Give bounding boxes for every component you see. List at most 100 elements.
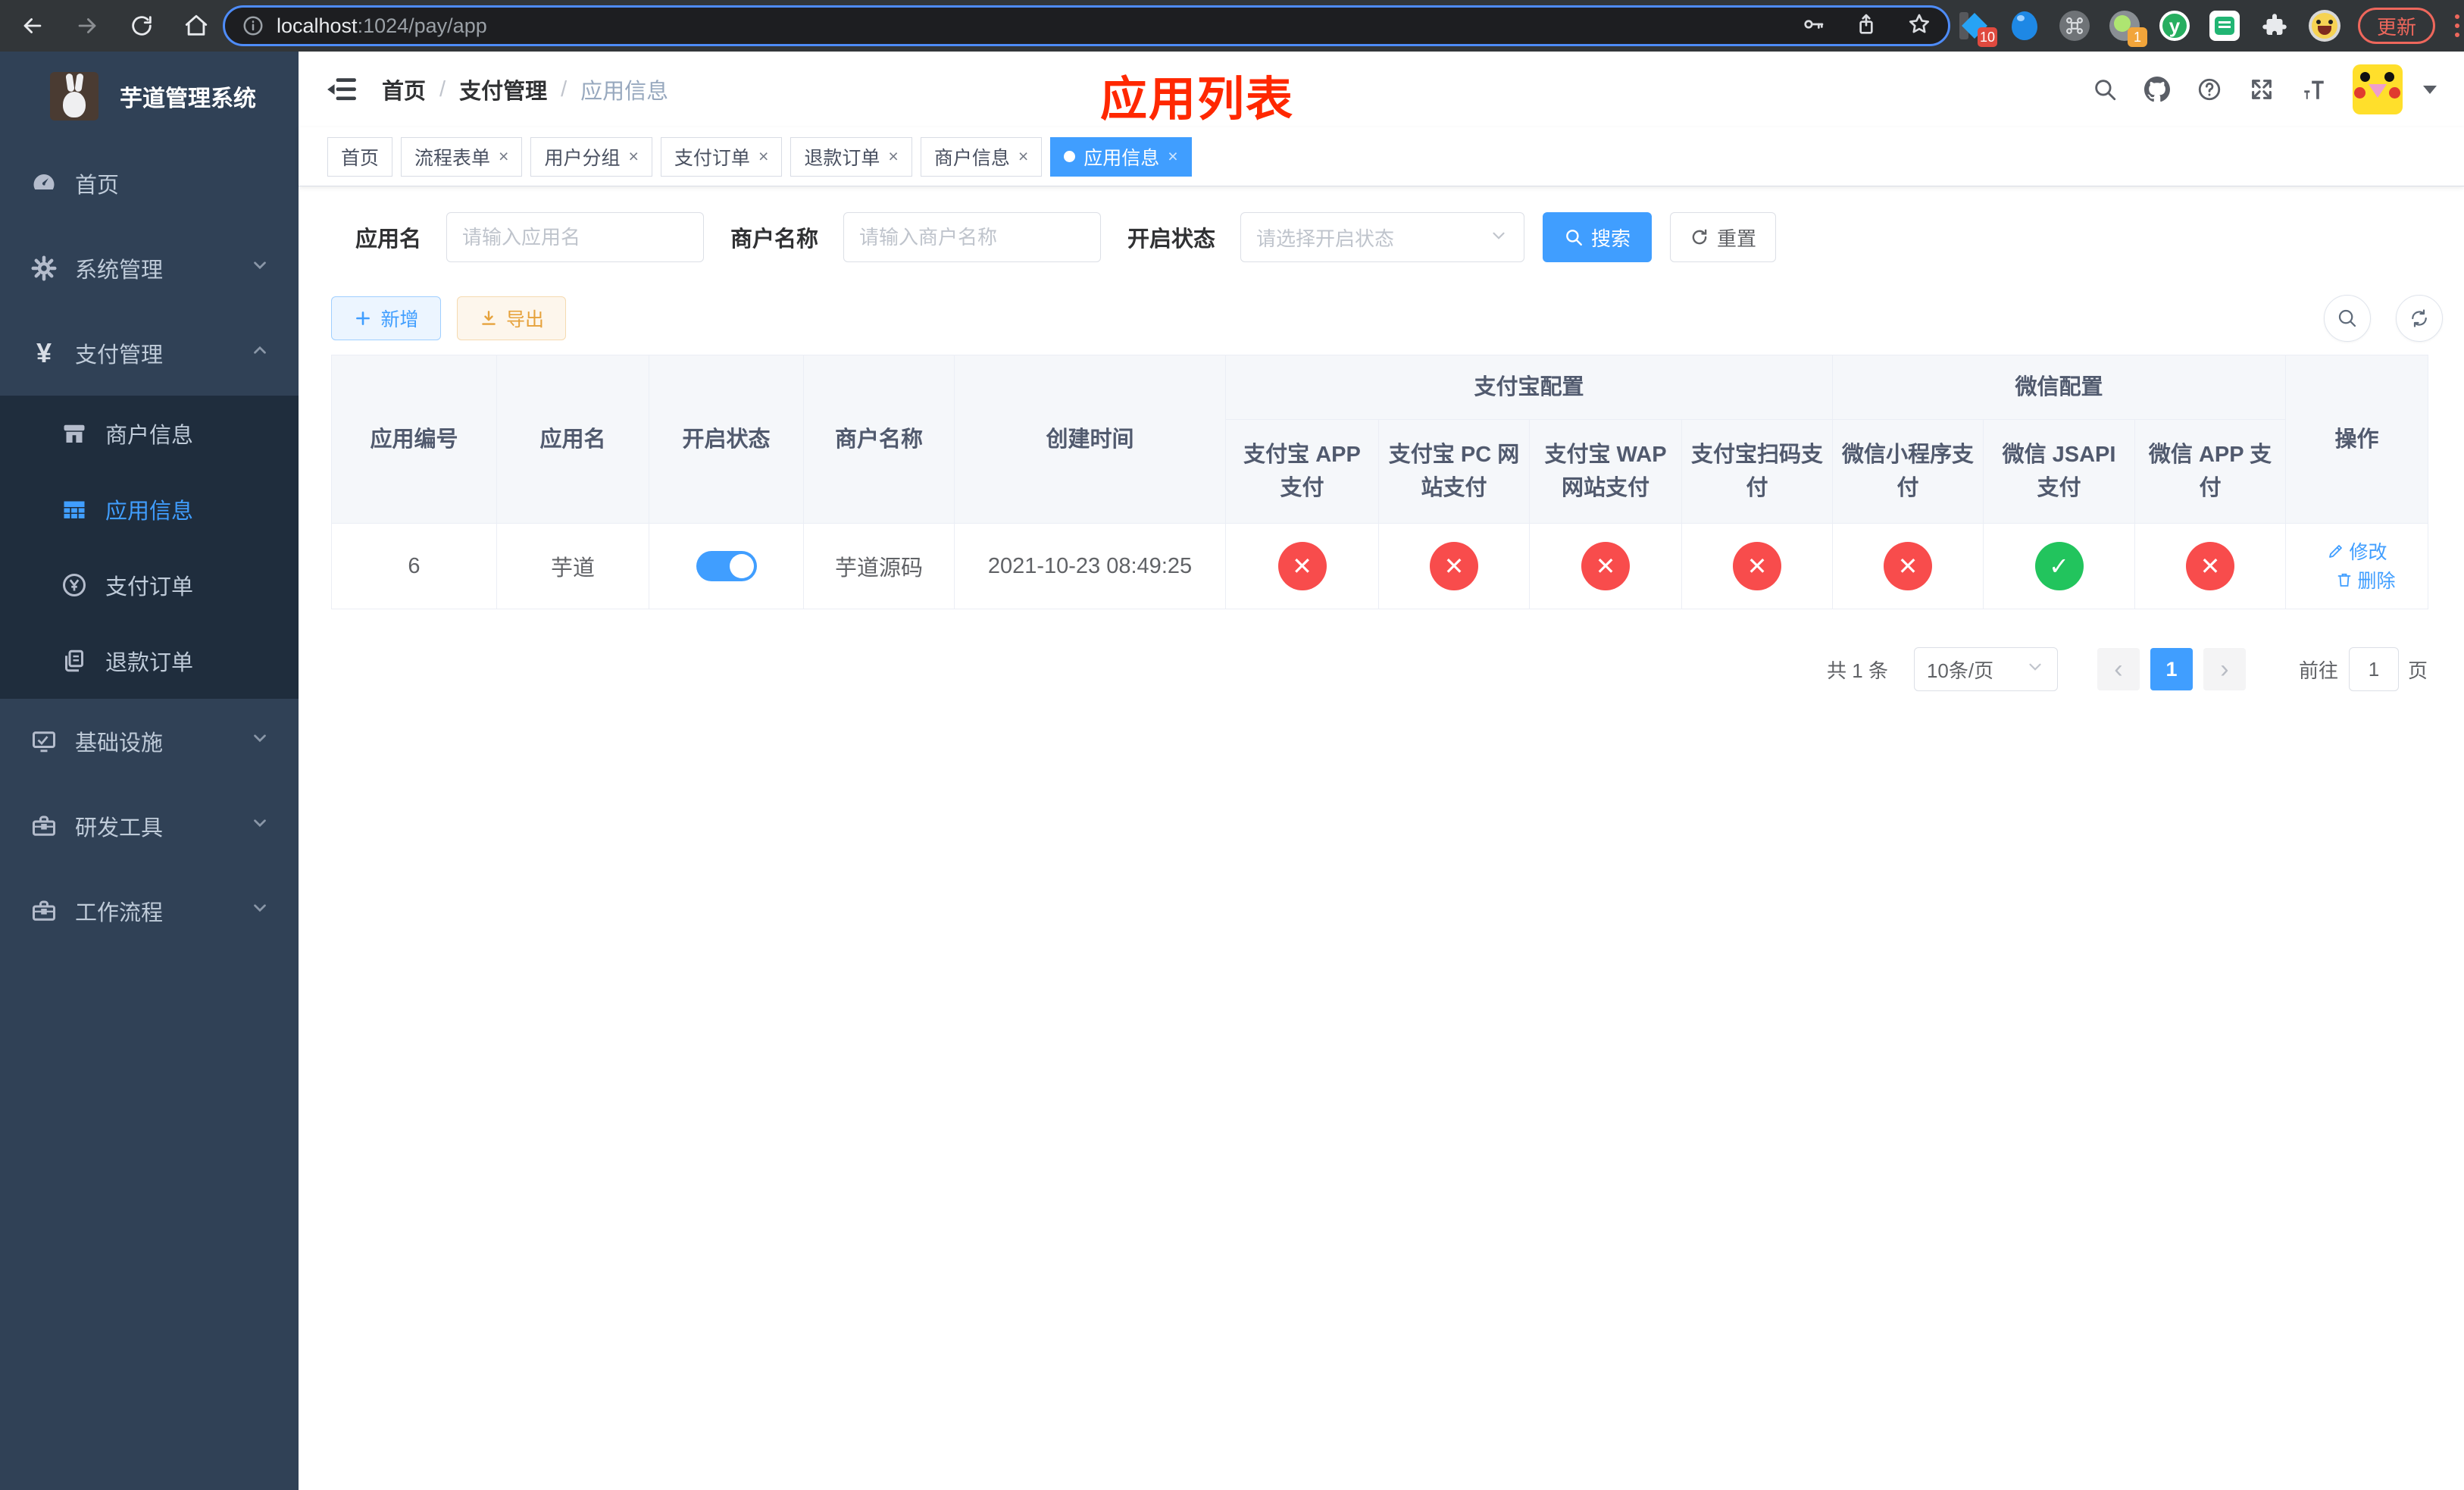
page-size-select[interactable]: 10条/页 bbox=[1913, 647, 2058, 691]
merchant-name-label: 商户名称 bbox=[730, 227, 819, 252]
close-icon[interactable]: × bbox=[1018, 148, 1028, 165]
extension-y-icon[interactable]: y bbox=[2158, 9, 2191, 42]
browser-nav bbox=[18, 0, 211, 52]
page-content: 应用名 商户名称 开启状态 请选择开启状态 搜索 重置 新增 bbox=[299, 186, 2464, 691]
chrome-update-button[interactable]: 更新 bbox=[2358, 8, 2436, 44]
close-icon[interactable]: × bbox=[758, 148, 768, 165]
chevron-down-icon bbox=[250, 255, 270, 281]
refresh-table-button[interactable] bbox=[2396, 295, 2443, 342]
close-icon[interactable]: × bbox=[888, 148, 898, 165]
cross-icon: ✕ bbox=[1884, 542, 1933, 590]
pagination: 共 1 条 10条/页 ‹ 1 › 前往 页 bbox=[331, 647, 2443, 691]
col-alipay-pc: 支付宝 PC 网站支付 bbox=[1378, 419, 1530, 524]
col-app-name: 应用名 bbox=[496, 355, 649, 524]
browser-menu-icon[interactable] bbox=[2455, 14, 2460, 37]
sidebar-item-pay-order[interactable]: 支付订单 bbox=[0, 547, 299, 623]
yen-circle-icon bbox=[58, 569, 90, 601]
sidebar-item-system[interactable]: 系统管理 bbox=[0, 226, 299, 311]
sidebar-item-infrastructure[interactable]: 基础设施 bbox=[0, 699, 299, 784]
url-text: localhost:1024/pay/app bbox=[277, 14, 487, 37]
address-bar[interactable]: localhost:1024/pay/app bbox=[223, 5, 1950, 46]
cross-icon: ✕ bbox=[2186, 542, 2235, 590]
app-table: 应用编号 应用名 开启状态 商户名称 创建时间 支付宝配置 微信配置 操作 支付… bbox=[331, 355, 2429, 609]
app-name-input[interactable] bbox=[446, 212, 705, 262]
tab-pay-order[interactable]: 支付订单 × bbox=[660, 136, 783, 177]
page-unit-label: 页 bbox=[2407, 659, 2428, 682]
extension-command-icon[interactable] bbox=[2058, 9, 2091, 42]
chevron-up-icon bbox=[250, 340, 270, 366]
close-icon[interactable]: × bbox=[499, 148, 508, 165]
toolbox-icon bbox=[28, 810, 60, 842]
table-row: 6 芋道 芋道源码 2021-10-23 08:49:25 ✕ ✕ ✕ ✕ ✕ … bbox=[331, 523, 2429, 609]
extension-meet-icon[interactable]: 1 bbox=[2108, 9, 2147, 47]
col-alipay-qr: 支付宝扫码支付 bbox=[1681, 419, 1834, 524]
reset-button[interactable]: 重置 bbox=[1670, 212, 1777, 262]
user-avatar[interactable] bbox=[2353, 64, 2403, 114]
extensions-puzzle-icon[interactable] bbox=[2258, 9, 2291, 42]
help-icon[interactable] bbox=[2196, 76, 2223, 103]
prev-page-button[interactable]: ‹ bbox=[2097, 648, 2140, 690]
reload-icon[interactable] bbox=[127, 11, 156, 40]
caret-down-icon[interactable] bbox=[2423, 85, 2437, 94]
site-info-icon[interactable] bbox=[242, 14, 264, 37]
home-icon[interactable] bbox=[182, 11, 211, 40]
fullscreen-icon[interactable] bbox=[2248, 76, 2275, 103]
sidebar-item-dev-tools[interactable]: 研发工具 bbox=[0, 784, 299, 869]
extension-sketch-icon[interactable]: 10 bbox=[1958, 9, 1997, 47]
forward-icon[interactable] bbox=[73, 11, 102, 40]
sidebar-collapse-icon[interactable] bbox=[326, 74, 358, 105]
chevron-down-icon bbox=[2025, 657, 2045, 682]
font-size-icon[interactable] bbox=[2300, 76, 2328, 103]
add-button[interactable]: 新增 bbox=[331, 296, 441, 340]
status-select[interactable]: 请选择开启状态 bbox=[1240, 212, 1525, 262]
tab-merchant-info[interactable]: 商户信息 × bbox=[920, 136, 1043, 177]
chevron-down-icon bbox=[1489, 226, 1509, 249]
extension-chat-icon[interactable] bbox=[2208, 9, 2241, 42]
filter-form: 应用名 商户名称 开启状态 请选择开启状态 搜索 重置 bbox=[331, 212, 2443, 262]
goto-page-input[interactable] bbox=[2348, 647, 2399, 691]
sidebar-item-payment[interactable]: ¥ 支付管理 bbox=[0, 311, 299, 396]
sidebar-item-merchant-info[interactable]: 商户信息 bbox=[0, 396, 299, 471]
tab-app-info[interactable]: 应用信息 × bbox=[1050, 136, 1192, 177]
sidebar-item-app-info[interactable]: 应用信息 bbox=[0, 471, 299, 547]
close-icon[interactable]: × bbox=[1168, 148, 1177, 165]
cross-icon: ✕ bbox=[1430, 542, 1478, 590]
cell-created: 2021-10-23 08:49:25 bbox=[954, 523, 1226, 609]
tab-home[interactable]: 首页 bbox=[327, 136, 393, 177]
tab-process-form[interactable]: 流程表单 × bbox=[401, 136, 523, 177]
browser-toolbar: localhost:1024/pay/app 10 1 y 更新 bbox=[0, 0, 2464, 52]
extension-balloon-icon[interactable] bbox=[2008, 9, 2041, 42]
tab-refund-order[interactable]: 退款订单 × bbox=[790, 136, 912, 177]
main-area: 首页 / 支付管理 / 应用信息 应用列表 首页 流程表单 × 用户分组 × 支… bbox=[299, 52, 2464, 1490]
export-button[interactable]: 导出 bbox=[457, 296, 566, 340]
close-icon[interactable]: × bbox=[628, 148, 638, 165]
show-search-toggle-button[interactable] bbox=[2324, 295, 2371, 342]
breadcrumb-payment[interactable]: 支付管理 bbox=[459, 74, 547, 105]
sidebar-item-refund-order[interactable]: 退款订单 bbox=[0, 623, 299, 699]
app-logo-row[interactable]: 芋道管理系统 bbox=[0, 52, 299, 141]
delete-link[interactable]: 删除 bbox=[2335, 566, 2396, 593]
col-alipay-wap: 支付宝 WAP 网站支付 bbox=[1529, 419, 1682, 524]
goto-label: 前往 bbox=[2298, 659, 2338, 682]
col-wechat-jsapi: 微信 JSAPI 支付 bbox=[1983, 419, 2136, 524]
cell-app-id: 6 bbox=[331, 523, 497, 609]
bookmark-star-icon[interactable] bbox=[1907, 12, 1931, 40]
edit-link[interactable]: 修改 bbox=[2327, 537, 2387, 565]
sidebar-item-workflow[interactable]: 工作流程 bbox=[0, 869, 299, 953]
merchant-name-input[interactable] bbox=[843, 212, 1102, 262]
search-button[interactable]: 搜索 bbox=[1543, 212, 1653, 262]
search-icon[interactable] bbox=[2091, 76, 2118, 103]
sidebar-item-home[interactable]: 首页 bbox=[0, 141, 299, 226]
next-page-button[interactable]: › bbox=[2203, 648, 2246, 690]
profile-avatar-icon[interactable] bbox=[2308, 9, 2341, 42]
chevron-down-icon bbox=[250, 813, 270, 839]
github-icon[interactable] bbox=[2143, 76, 2171, 103]
page-number-1[interactable]: 1 bbox=[2150, 648, 2193, 690]
tab-user-group[interactable]: 用户分组 × bbox=[530, 136, 652, 177]
breadcrumb-home[interactable]: 首页 bbox=[382, 74, 426, 105]
monitor-icon bbox=[28, 725, 60, 757]
share-icon[interactable] bbox=[1854, 12, 1878, 40]
back-icon[interactable] bbox=[18, 11, 47, 40]
status-toggle[interactable] bbox=[696, 551, 757, 581]
password-key-icon[interactable] bbox=[1801, 12, 1825, 40]
